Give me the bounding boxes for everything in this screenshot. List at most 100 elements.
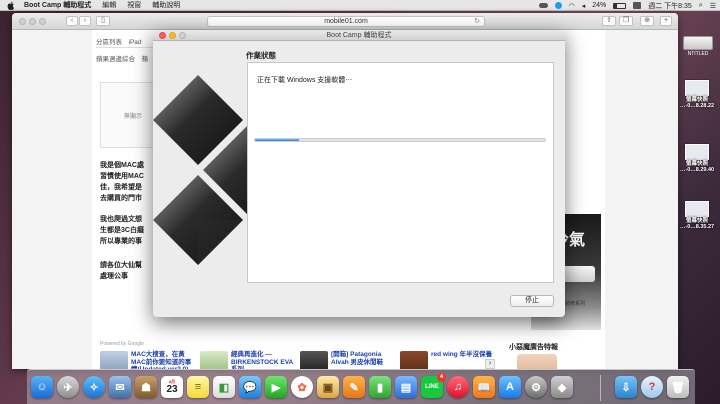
article-caption: [開箱] Patagonia Alvah 男皮休閒鞋	[331, 351, 384, 366]
downloads-button[interactable]: ⊕	[640, 16, 654, 26]
screenshot-date: …-0…8.28.22	[679, 103, 715, 109]
desktop-drive[interactable]: NTITLED	[680, 36, 716, 57]
related-article[interactable]: MAC大搜查，在黃MAC前你要知道的事情(Updated ver3.0)	[100, 351, 193, 369]
preview-icon[interactable]: ▣	[317, 376, 339, 398]
bootcamp-window: Boot Camp 輔助程式 作業狀態 正在下載 Windows 支援軟體⋯ 停…	[153, 30, 565, 317]
ibooks-icon[interactable]: 📖	[473, 376, 495, 398]
forum-subnav-category[interactable]: 蘋果週邊綜合 蘋	[96, 53, 148, 63]
safari-icon[interactable]: ✧	[83, 376, 105, 398]
battery-percent[interactable]: 24%	[592, 2, 606, 9]
tabs-button[interactable]: ❐	[619, 16, 633, 26]
article-thumbnail	[300, 351, 328, 369]
ad-banner-caption: 裝修系列	[565, 301, 586, 307]
chevron-right-icon: ›	[83, 17, 87, 24]
share-button[interactable]: ⇪	[602, 16, 616, 26]
close-window-button[interactable]	[159, 32, 166, 39]
page-right-margin	[605, 30, 678, 369]
notification-center-icon[interactable]: ☰	[710, 2, 716, 10]
desktop-screenshot-3[interactable]: 螢幕快照 …-0…8.35.27	[676, 201, 718, 230]
bootcamp-assistant-dock-icon[interactable]: ◆	[551, 376, 573, 398]
menu-window[interactable]: 視窗	[127, 0, 141, 10]
zoom-window-button[interactable]	[179, 32, 186, 39]
volume-icon[interactable]: ◂	[582, 2, 586, 10]
tabs-icon: ❐	[622, 17, 630, 24]
spotlight-icon[interactable]: ⌕	[699, 2, 703, 10]
article-paragraph-1: 我是個MAC處 習慣使用MAC 佳，我希望是 去購買的門市	[100, 160, 160, 204]
menu-edit[interactable]: 編輯	[102, 0, 116, 10]
minimize-window-button[interactable]	[29, 18, 36, 25]
facetime-icon[interactable]: ▶	[265, 376, 287, 398]
image-placeholder-text: 無顯示	[123, 113, 142, 120]
desktop-screenshot-1[interactable]: 螢幕快照 …-0…8.28.22	[676, 80, 718, 109]
pages-icon[interactable]: ✎	[343, 376, 365, 398]
forward-button[interactable]: ›	[79, 16, 91, 26]
article-thumbnail	[100, 351, 128, 369]
article-caption: red wing 年半沒保養	[431, 351, 493, 358]
line-app-icon[interactable]: LINE 4	[421, 373, 446, 398]
help-viewer-icon[interactable]: ?	[641, 376, 663, 398]
related-article[interactable]: [開箱] Patagonia Alvah 男皮休閒鞋	[300, 351, 393, 369]
maps-icon[interactable]: ◧	[213, 376, 235, 398]
sidebar-button[interactable]: ▯	[96, 16, 110, 26]
article-thumbnail	[200, 351, 228, 369]
notification-badge: 4	[437, 373, 446, 382]
wifi-icon[interactable]: ◠	[569, 2, 575, 10]
article-caption: 經典再進化 — BIRKENSTOCK EVA 系列	[231, 351, 293, 369]
forum-subnav[interactable]: 分區列表 iPad	[96, 36, 142, 46]
article-line: 習慣使用MAC	[100, 173, 144, 180]
reload-icon[interactable]: ↻	[474, 17, 480, 27]
finder-icon[interactable]: ☺	[31, 376, 53, 398]
numbers-icon[interactable]: ▮	[369, 376, 391, 398]
related-article[interactable]: 經典再進化 — BIRKENSTOCK EVA 系列	[200, 351, 293, 369]
mail-icon[interactable]: ✉	[109, 376, 131, 398]
screenshot-date: …-0…8.35.27	[679, 224, 715, 230]
calendar-day: 23	[166, 384, 178, 395]
launchpad-icon[interactable]: ✈	[57, 376, 79, 398]
drive-icon	[683, 36, 713, 50]
keynote-icon[interactable]: ▤	[395, 376, 417, 398]
trash-icon[interactable]: 🗑	[667, 376, 689, 398]
photos-icon[interactable]: ✿	[291, 376, 313, 398]
back-button[interactable]: ‹	[66, 16, 78, 26]
window-title: Boot Camp 輔助程式	[326, 32, 392, 39]
page-left-margin	[12, 30, 92, 369]
article-paragraph-3: 請各位大仙幫 處理公事	[100, 260, 160, 282]
input-source-icon[interactable]	[633, 2, 642, 9]
related-article[interactable]: red wing 年半沒保養	[400, 351, 493, 369]
menu-clock[interactable]: 週二 下午8:35	[648, 1, 692, 11]
menu-help[interactable]: 輔助說明	[152, 0, 180, 10]
menu-extras: ◠ ◂ 24% 週二 下午8:35 ⌕ ☰	[538, 0, 716, 11]
strip-next-button[interactable]: ›	[485, 359, 495, 369]
calendar-icon[interactable]: 8月 23	[161, 376, 183, 398]
zoom-window-button[interactable]	[39, 18, 46, 25]
skype-icon[interactable]	[554, 2, 562, 9]
dock: ☺ ✈ ✧ ✉ ☗ 8月 23 ≡ ◧ 💬 ▶ ✿ ▣ ✎ ▮ ▤ LINE 4 …	[27, 369, 695, 404]
article-line: 請各位大仙幫	[100, 262, 142, 269]
cloud-icon[interactable]	[538, 3, 548, 8]
menu-app-name[interactable]: Boot Camp 輔助程式	[24, 0, 91, 10]
ads-section-title[interactable]: 小惡魔廣告特報	[509, 342, 558, 352]
ad-model-image[interactable]	[517, 354, 557, 369]
itunes-icon[interactable]: ♫	[447, 376, 469, 398]
app-store-icon[interactable]: A	[499, 376, 521, 398]
article-line: 我也爬過文想	[100, 216, 142, 223]
desktop-screenshot-2[interactable]: 螢幕快照 …-0…8.29.40	[676, 144, 718, 173]
article-line: 佳，我希望是	[100, 184, 142, 191]
chevron-left-icon: ‹	[70, 17, 74, 24]
screenshot-thumbnail-icon	[685, 144, 709, 160]
contacts-icon[interactable]: ☗	[135, 376, 157, 398]
battery-icon[interactable]	[613, 2, 627, 9]
stop-button[interactable]: 停止	[510, 295, 554, 307]
dock-separator	[600, 375, 601, 401]
notes-icon[interactable]: ≡	[187, 376, 209, 398]
apple-menu-icon[interactable]	[6, 1, 16, 10]
close-window-button[interactable]	[19, 18, 26, 25]
article-caption: MAC大搜查，在黃MAC前你要知道的事情(Updated ver3.0)	[131, 351, 192, 369]
downloads-folder-icon[interactable]: ⇩	[615, 376, 637, 398]
minimize-window-button[interactable]	[169, 32, 176, 39]
new-tab-button[interactable]: +	[660, 16, 672, 26]
system-preferences-icon[interactable]: ⚙	[525, 376, 547, 398]
address-bar[interactable]: mobile01.com ↻	[207, 16, 485, 27]
powered-by-label: Powered by Google	[100, 341, 144, 347]
messages-icon[interactable]: 💬	[239, 376, 261, 398]
